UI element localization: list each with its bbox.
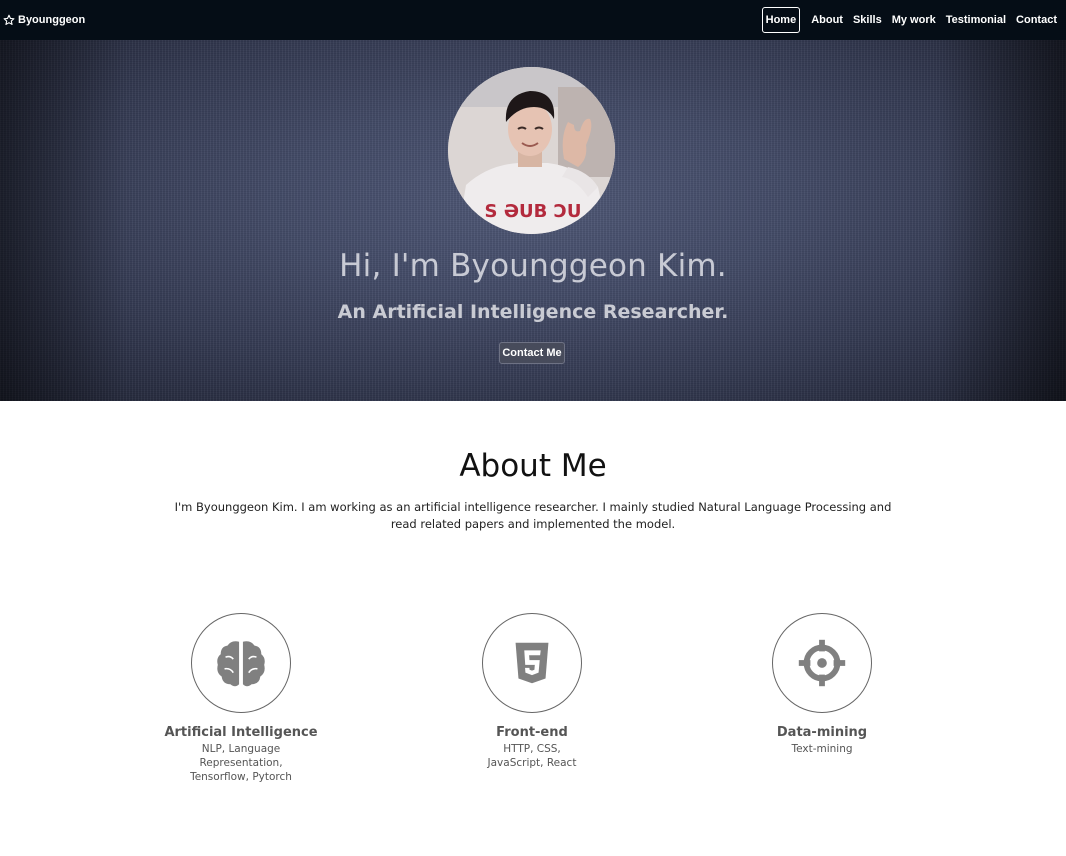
crosshair-icon [798, 639, 846, 687]
svg-text:S ƏUB ƆU: S ƏUB ƆU [485, 201, 582, 222]
skill-icon-circle [191, 613, 291, 713]
hero-subtitle: An Artificial Intelligence Researcher. [337, 301, 729, 323]
profile-photo: S ƏUB ƆU [448, 67, 615, 234]
hero-section: S ƏUB ƆU Hi, I'm Byounggeon Kim. An Arti… [0, 40, 1066, 401]
star-icon [3, 14, 15, 25]
nav-home[interactable]: Home [761, 7, 801, 33]
navbar: Byounggeon Home About Skills My work Tes… [0, 0, 1066, 40]
nav-menu: Home About Skills My work Testimonial Co… [761, 7, 1066, 33]
about-text: I'm Byounggeon Kim. I am working as an a… [174, 500, 892, 531]
brand-link[interactable]: Byounggeon [0, 14, 85, 26]
skill-title: Data-mining [776, 725, 868, 740]
skill-title: Front-end [496, 725, 568, 740]
skill-desc: Text-mining [791, 743, 853, 755]
html5-icon [515, 642, 549, 684]
skill-desc: NLP, Language Representation, Tensorflow… [190, 743, 292, 783]
skill-icon-circle [482, 613, 582, 713]
brain-icon [217, 641, 265, 687]
skill-title: Artificial Intelligence [164, 725, 318, 740]
skill-icon-circle [772, 613, 872, 713]
skill-card-data-mining: Data-mining Text-mining [732, 613, 912, 756]
about-title: About Me [459, 448, 607, 484]
skill-card-frontend: Front-end HTTP, CSS, JavaScript, React [442, 613, 622, 770]
brand-label: Byounggeon [18, 14, 86, 26]
contact-me-button[interactable]: Contact Me [499, 342, 565, 364]
hero-title: Hi, I'm Byounggeon Kim. [339, 248, 727, 284]
nav-skills[interactable]: Skills [848, 8, 887, 32]
skill-card-ai: Artificial Intelligence NLP, Language Re… [151, 613, 331, 784]
skill-desc: HTTP, CSS, JavaScript, React [487, 743, 577, 769]
nav-my-work[interactable]: My work [887, 8, 941, 32]
nav-about[interactable]: About [806, 8, 848, 32]
nav-contact[interactable]: Contact [1011, 8, 1062, 32]
nav-testimonial[interactable]: Testimonial [941, 8, 1011, 32]
profile-avatar: S ƏUB ƆU [448, 67, 615, 234]
